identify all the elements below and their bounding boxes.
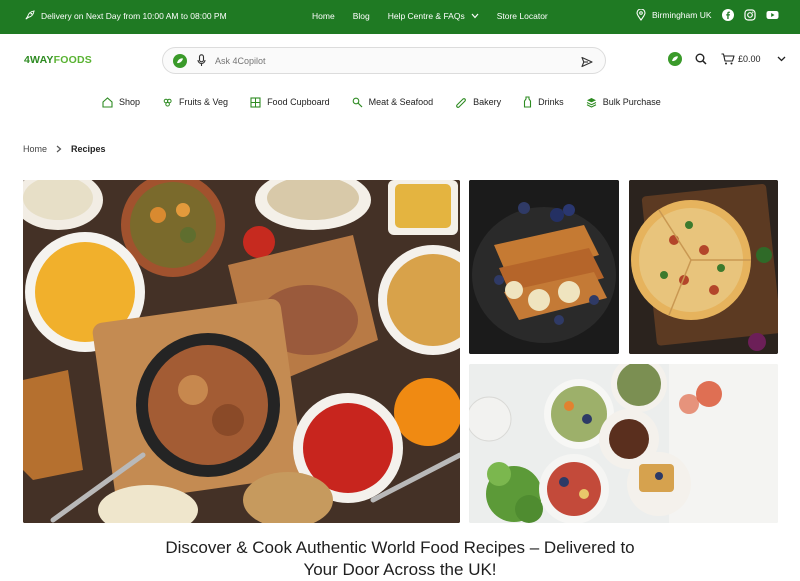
category-shop[interactable]: Shop [102,96,140,108]
stack-icon [586,97,597,108]
social-links [722,9,779,21]
breadcrumb-home[interactable]: Home [23,144,47,154]
top-nav-home[interactable]: Home [312,11,335,21]
headline-line-2: Your Door Across the UK! [303,560,497,579]
copilot-icon[interactable] [668,52,682,66]
chevron-down-icon[interactable] [777,56,786,62]
home-icon [102,96,113,108]
recipe-image-table-spread [469,364,778,523]
delivery-info: Delivery on Next Day from 10:00 AM to 08… [24,10,227,21]
category-label: Meat & Seafood [368,97,434,107]
category-label: Drinks [538,97,564,107]
top-nav: Home Blog Help Centre & FAQs Store Locat… [312,11,548,21]
breadcrumb-current: Recipes [71,144,106,154]
rocket-icon [24,10,35,21]
recipe-image-french-toast [469,180,619,354]
chevron-down-icon [471,13,479,19]
category-meat-seafood[interactable]: Meat & Seafood [352,96,434,108]
search-bar [162,47,606,74]
category-label: Bulk Purchase [602,97,661,107]
bread-icon [455,97,467,108]
map-pin-icon [636,9,646,21]
cart-button[interactable]: £0.00 [721,53,761,65]
search-icon[interactable] [695,53,707,65]
top-bar: Delivery on Next Day from 10:00 AM to 08… [0,0,800,34]
microphone-icon[interactable] [197,54,206,72]
category-label: Bakery [473,97,502,107]
top-nav-help-label: Help Centre & FAQs [387,11,465,21]
category-fruits-veg[interactable]: Fruits & Veg [162,96,228,108]
instagram-icon[interactable] [744,9,756,21]
top-nav-store-locator[interactable]: Store Locator [497,11,548,21]
drumstick-icon [352,97,363,108]
category-bakery[interactable]: Bakery [455,96,501,108]
category-label: Shop [119,97,141,107]
header-actions: £0.00 [668,52,786,66]
cart-icon [721,53,735,65]
headline-line-1: Discover & Cook Authentic World Food Rec… [165,538,635,557]
category-food-cupboard[interactable]: Food Cupboard [250,96,330,108]
cupboard-icon [250,96,261,108]
category-nav: Shop Fruits & Veg Food Cupboard Meat & S… [102,96,661,108]
grapes-icon [162,97,173,108]
recipe-image-pizza [629,180,778,354]
location-label: Birmingham UK [652,10,712,20]
breadcrumb: Home Recipes [23,144,106,154]
delivery-text: Delivery on Next Day from 10:00 AM to 08… [41,10,227,21]
copilot-badge-icon [173,54,187,68]
logo-text-primary: 4WAY [24,54,54,66]
search-input[interactable] [215,52,575,70]
cart-amount: £0.00 [738,54,761,64]
category-bulk-purchase[interactable]: Bulk Purchase [586,96,661,108]
category-label: Food Cupboard [267,97,330,107]
youtube-icon[interactable] [766,9,779,21]
category-label: Fruits & Veg [179,97,229,107]
send-icon[interactable] [581,55,593,73]
chevron-right-icon [56,145,62,153]
top-nav-blog[interactable]: Blog [353,11,370,21]
facebook-icon[interactable] [722,9,734,21]
recipe-image-feast [23,180,460,523]
bottle-icon [523,96,532,108]
top-nav-help[interactable]: Help Centre & FAQs [388,11,479,21]
site-logo[interactable]: 4WAYFOODS [24,54,92,66]
location-selector[interactable]: Birmingham UK [636,9,712,21]
page-headline: Discover & Cook Authentic World Food Rec… [0,537,800,581]
category-drinks[interactable]: Drinks [523,96,564,108]
logo-text-secondary: FOODS [53,54,92,66]
